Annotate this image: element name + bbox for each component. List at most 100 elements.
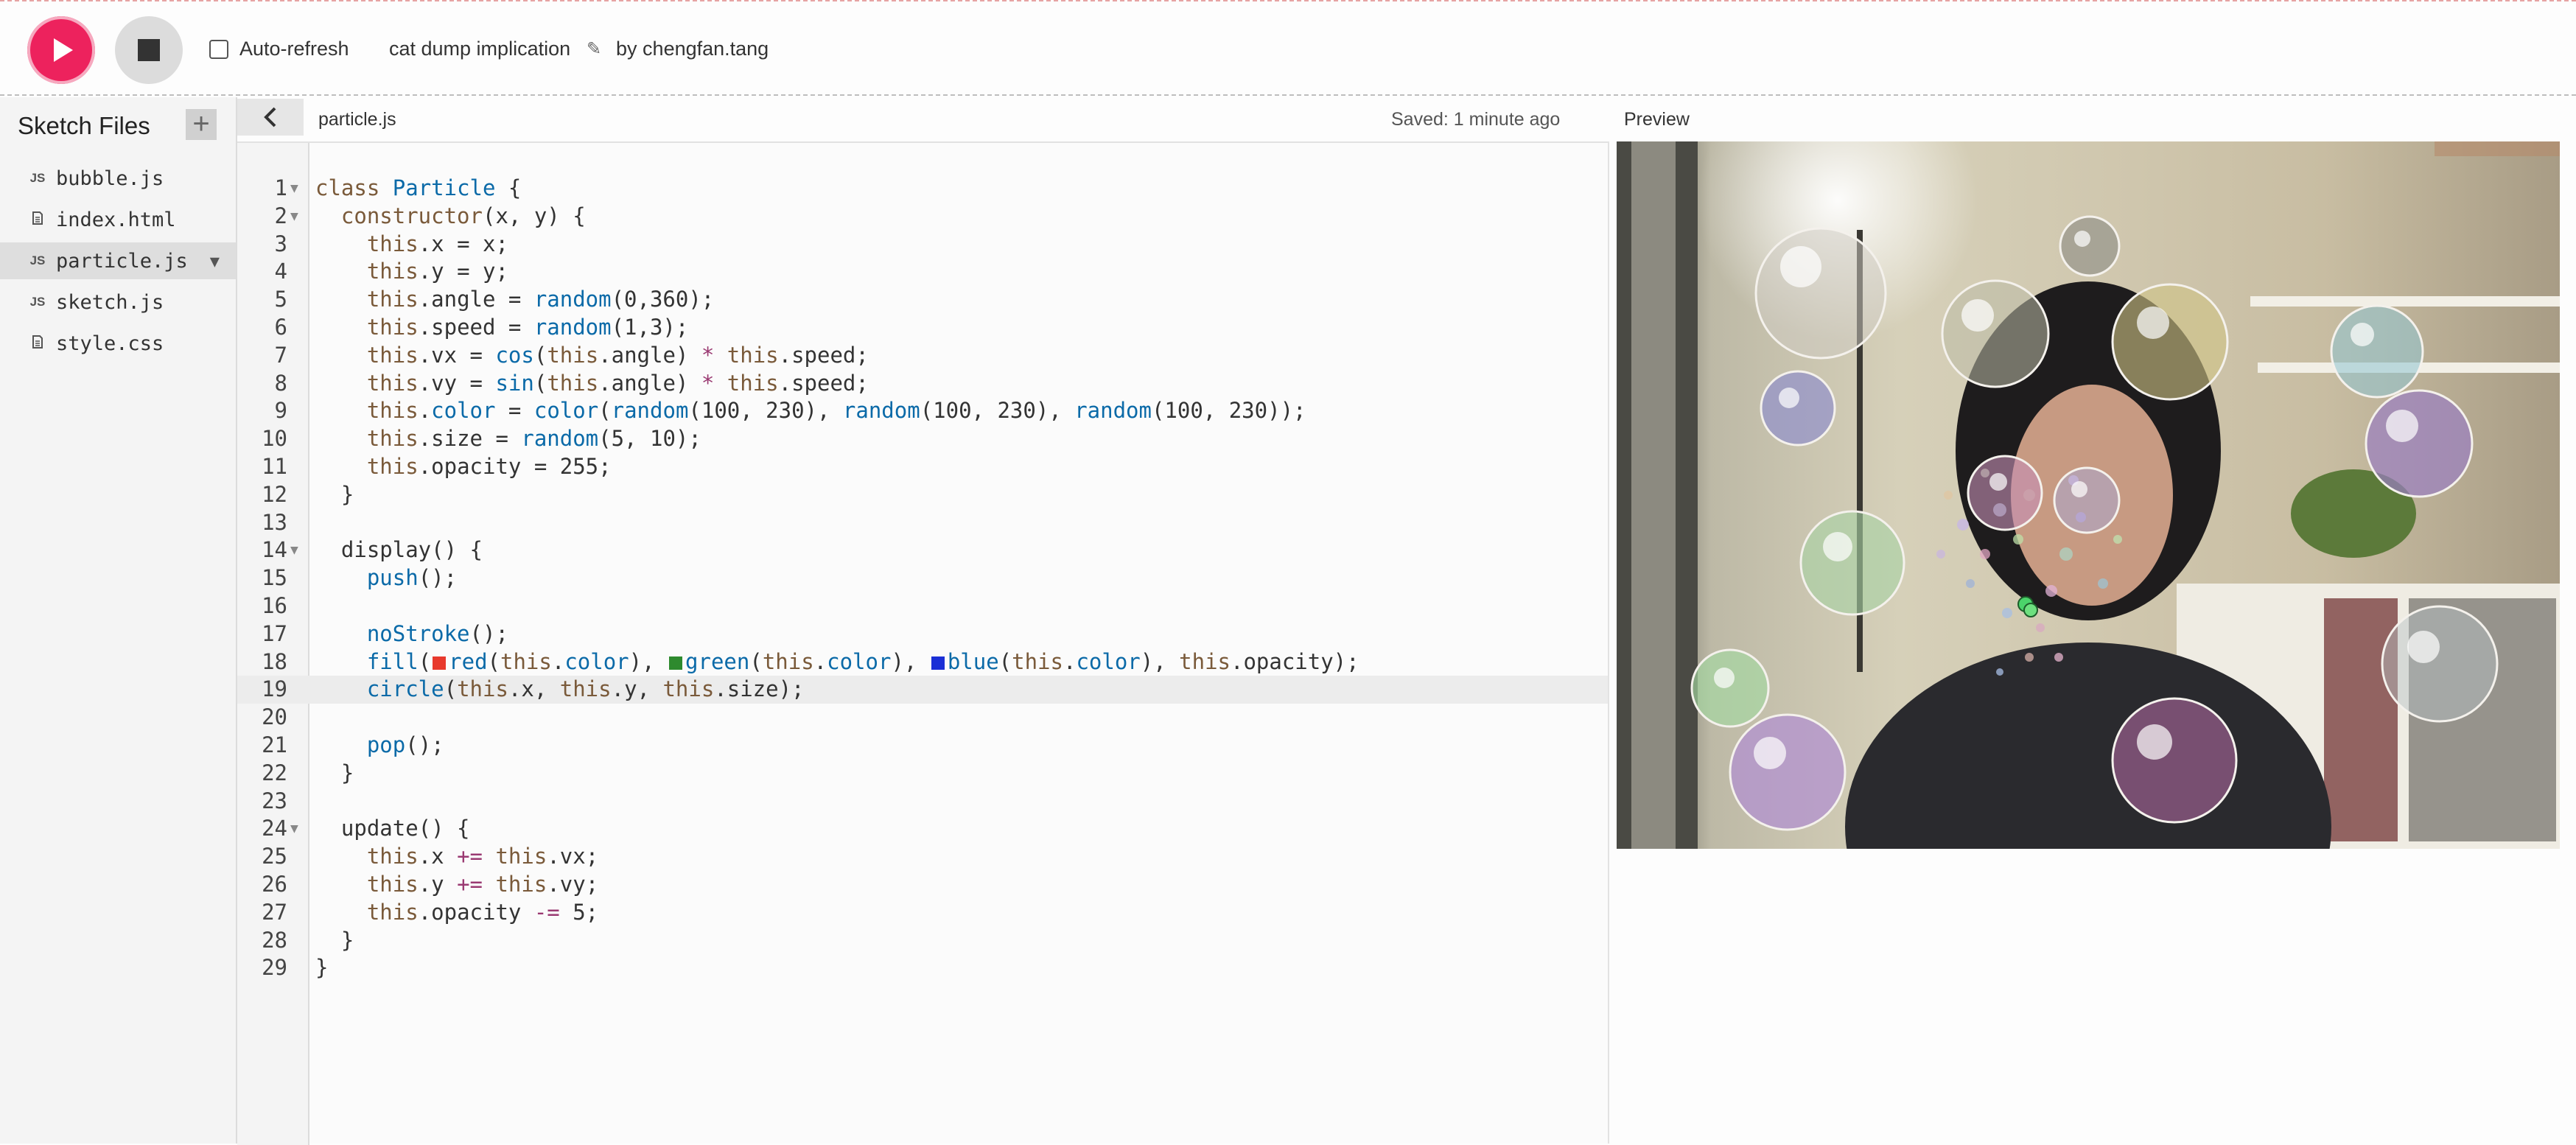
code-text[interactable]: this.color = color(random(100, 230), ran… bbox=[315, 397, 1306, 425]
code-line[interactable]: 4 this.y = y; bbox=[237, 258, 1608, 286]
code-text[interactable]: } bbox=[315, 481, 354, 509]
code-line[interactable]: 28 } bbox=[237, 927, 1608, 955]
code-line[interactable]: 7 this.vx = cos(this.angle) * this.speed… bbox=[237, 342, 1608, 370]
code-text[interactable]: this.y += this.vy; bbox=[315, 871, 598, 899]
code-text[interactable]: } bbox=[315, 927, 354, 955]
code-line[interactable]: 19 circle(this.x, this.y, this.size); bbox=[237, 676, 1608, 704]
sketch-preview-canvas[interactable] bbox=[1617, 141, 2560, 849]
stop-button[interactable] bbox=[115, 16, 183, 84]
code-text[interactable]: } bbox=[315, 954, 328, 982]
code-text[interactable]: this.x = x; bbox=[315, 231, 508, 259]
autorefresh-label[interactable]: Auto-refresh bbox=[239, 38, 349, 60]
code-line[interactable]: 22 } bbox=[237, 760, 1608, 788]
fold-toggle-icon[interactable]: ▼ bbox=[290, 175, 298, 203]
sidebar: Sketch Files + JS bubble.js index.html J… bbox=[0, 97, 237, 1144]
collapse-sidebar-button[interactable] bbox=[237, 99, 304, 136]
editor-file-name: particle.js bbox=[318, 109, 396, 130]
file-name: particle.js bbox=[56, 249, 188, 273]
line-number: 21 bbox=[262, 732, 287, 757]
by-label: by bbox=[616, 38, 637, 60]
code-line[interactable]: 10 this.size = random(5, 10); bbox=[237, 425, 1608, 453]
file-item-particle-js[interactable]: JS particle.js ▼ bbox=[0, 242, 236, 279]
code-text[interactable]: fill(red(this.color), green(this.color),… bbox=[315, 648, 1359, 676]
chevron-left-icon bbox=[264, 107, 276, 127]
js-file-icon: JS bbox=[29, 295, 46, 309]
code-text[interactable]: this.opacity = 255; bbox=[315, 453, 612, 481]
code-text[interactable]: circle(this.x, this.y, this.size); bbox=[315, 676, 805, 704]
code-line[interactable]: 13 bbox=[237, 509, 1608, 537]
code-line[interactable]: 26 this.y += this.vy; bbox=[237, 871, 1608, 899]
code-line[interactable]: 8 this.vy = sin(this.angle) * this.speed… bbox=[237, 370, 1608, 398]
code-text[interactable]: class Particle { bbox=[315, 175, 521, 203]
sketch-name[interactable]: cat dump implication bbox=[389, 38, 570, 60]
code-text[interactable]: this.size = random(5, 10); bbox=[315, 425, 701, 453]
code-line[interactable]: 23 bbox=[237, 788, 1608, 816]
code-line[interactable]: 6 this.speed = random(1,3); bbox=[237, 314, 1608, 342]
code-line[interactable]: 24 ▼ update() { bbox=[237, 815, 1608, 843]
add-file-button[interactable]: + bbox=[186, 109, 217, 140]
code-text[interactable]: this.speed = random(1,3); bbox=[315, 314, 689, 342]
stop-icon bbox=[138, 39, 160, 61]
code-line[interactable]: 14 ▼ display() { bbox=[237, 536, 1608, 564]
line-number: 5 bbox=[274, 287, 287, 312]
code-text[interactable]: this.vy = sin(this.angle) * this.speed; bbox=[315, 370, 869, 398]
line-number: 26 bbox=[262, 872, 287, 897]
file-name: bubble.js bbox=[56, 167, 164, 190]
code-text[interactable]: pop(); bbox=[315, 732, 444, 760]
line-number: 14 bbox=[262, 537, 287, 563]
code-line[interactable]: 2 ▼ constructor(x, y) { bbox=[237, 203, 1608, 231]
code-line[interactable]: 20 bbox=[237, 704, 1608, 732]
autorefresh-checkbox[interactable] bbox=[209, 40, 228, 59]
author-link[interactable]: chengfan.tang bbox=[643, 38, 769, 60]
code-line[interactable]: 5 this.angle = random(0,360); bbox=[237, 286, 1608, 314]
code-text[interactable]: display() { bbox=[315, 536, 483, 564]
shelf-ornament bbox=[2435, 141, 2560, 156]
editor-header: particle.js Saved: 1 minute ago bbox=[237, 97, 1609, 141]
code-text[interactable]: this.vx = cos(this.angle) * this.speed; bbox=[315, 342, 869, 370]
line-number: 27 bbox=[262, 899, 287, 925]
fold-toggle-icon[interactable]: ▼ bbox=[290, 536, 298, 564]
line-number: 8 bbox=[274, 370, 287, 396]
fold-toggle-icon[interactable]: ▼ bbox=[290, 815, 298, 843]
pencil-icon[interactable]: ✎ bbox=[587, 38, 601, 60]
code-line[interactable]: 11 this.opacity = 255; bbox=[237, 453, 1608, 481]
sidebar-title: Sketch Files bbox=[18, 112, 150, 139]
code-line[interactable]: 1 ▼ class Particle { bbox=[237, 175, 1608, 203]
line-number: 25 bbox=[262, 844, 287, 869]
wall-shelf-top bbox=[2250, 296, 2560, 307]
code-line[interactable]: 16 bbox=[237, 592, 1608, 620]
line-number: 16 bbox=[262, 593, 287, 618]
code-text[interactable]: constructor(x, y) { bbox=[315, 203, 586, 231]
toolbar: Auto-refresh cat dump implication ✎ by c… bbox=[0, 0, 2576, 96]
code-line[interactable]: 29} bbox=[237, 954, 1608, 982]
code-text[interactable]: } bbox=[315, 760, 354, 788]
code-line[interactable]: 27 this.opacity -= 5; bbox=[237, 899, 1608, 927]
code-text[interactable]: this.y = y; bbox=[315, 258, 508, 286]
line-number: 22 bbox=[262, 760, 287, 785]
line-number: 7 bbox=[274, 342, 287, 368]
file-options-caret-icon[interactable]: ▼ bbox=[210, 253, 220, 271]
file-item-style-css[interactable]: style.css bbox=[0, 325, 236, 362]
code-text[interactable]: noStroke(); bbox=[315, 620, 508, 648]
play-icon bbox=[54, 38, 73, 62]
code-text[interactable]: this.angle = random(0,360); bbox=[315, 286, 714, 314]
code-line[interactable]: 15 push(); bbox=[237, 564, 1608, 592]
js-file-icon: JS bbox=[29, 171, 46, 185]
file-item-index-html[interactable]: index.html bbox=[0, 201, 236, 238]
code-text[interactable]: update() { bbox=[315, 815, 470, 843]
code-text[interactable]: push(); bbox=[315, 564, 457, 592]
code-editor[interactable]: 1 ▼ class Particle {2 ▼ constructor(x, y) {… bbox=[237, 141, 1609, 1145]
code-line[interactable]: 9 this.color = color(random(100, 230), r… bbox=[237, 397, 1608, 425]
code-line[interactable]: 21 pop(); bbox=[237, 732, 1608, 760]
play-button[interactable] bbox=[27, 16, 95, 84]
code-line[interactable]: 25 this.x += this.vx; bbox=[237, 843, 1608, 871]
code-text[interactable]: this.opacity -= 5; bbox=[315, 899, 598, 927]
code-line[interactable]: 12 } bbox=[237, 481, 1608, 509]
code-text[interactable]: this.x += this.vx; bbox=[315, 843, 598, 871]
code-line[interactable]: 17 noStroke(); bbox=[237, 620, 1608, 648]
code-line[interactable]: 18 fill(red(this.color), green(this.colo… bbox=[237, 648, 1608, 676]
fold-toggle-icon[interactable]: ▼ bbox=[290, 203, 298, 231]
code-line[interactable]: 3 this.x = x; bbox=[237, 231, 1608, 259]
file-item-bubble-js[interactable]: JS bubble.js bbox=[0, 160, 236, 197]
file-item-sketch-js[interactable]: JS sketch.js bbox=[0, 284, 236, 321]
